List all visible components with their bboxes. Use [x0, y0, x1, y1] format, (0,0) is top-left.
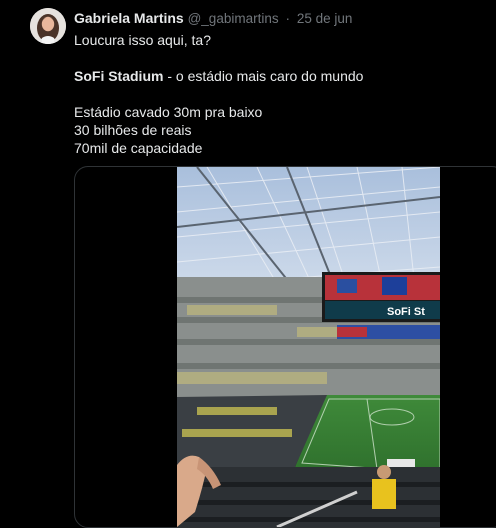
tweet-date[interactable]: 25 de jun: [297, 11, 353, 26]
text-line: 30 bilhões de reais: [74, 122, 192, 138]
text-line: 70mil de capacidade: [74, 140, 203, 156]
venue-name: SoFi Stadium: [74, 68, 164, 84]
media-container[interactable]: SoFi St: [74, 166, 496, 528]
tweet-text: Loucura isso aqui, ta? SoFi Stadium - o …: [74, 31, 363, 157]
tweet-header: Gabriela Martins @_gabimartins · 25 de j…: [74, 10, 352, 26]
separator-dot: ·: [285, 11, 290, 26]
text-line: Estádio cavado 30m pra baixo: [74, 104, 263, 120]
stadium-video[interactable]: SoFi St: [177, 167, 440, 527]
venue-description: - o estádio mais caro do mundo: [163, 68, 364, 84]
stadium-image: SoFi St: [177, 167, 440, 527]
author-handle[interactable]: @_gabimartins: [188, 11, 279, 26]
author-name[interactable]: Gabriela Martins: [74, 10, 184, 26]
text-line: Loucura isso aqui, ta?: [74, 32, 211, 48]
scoreboard-text: SoFi St: [387, 306, 425, 318]
avatar[interactable]: [30, 8, 66, 44]
text-line: SoFi Stadium - o estádio mais caro do mu…: [74, 67, 363, 85]
